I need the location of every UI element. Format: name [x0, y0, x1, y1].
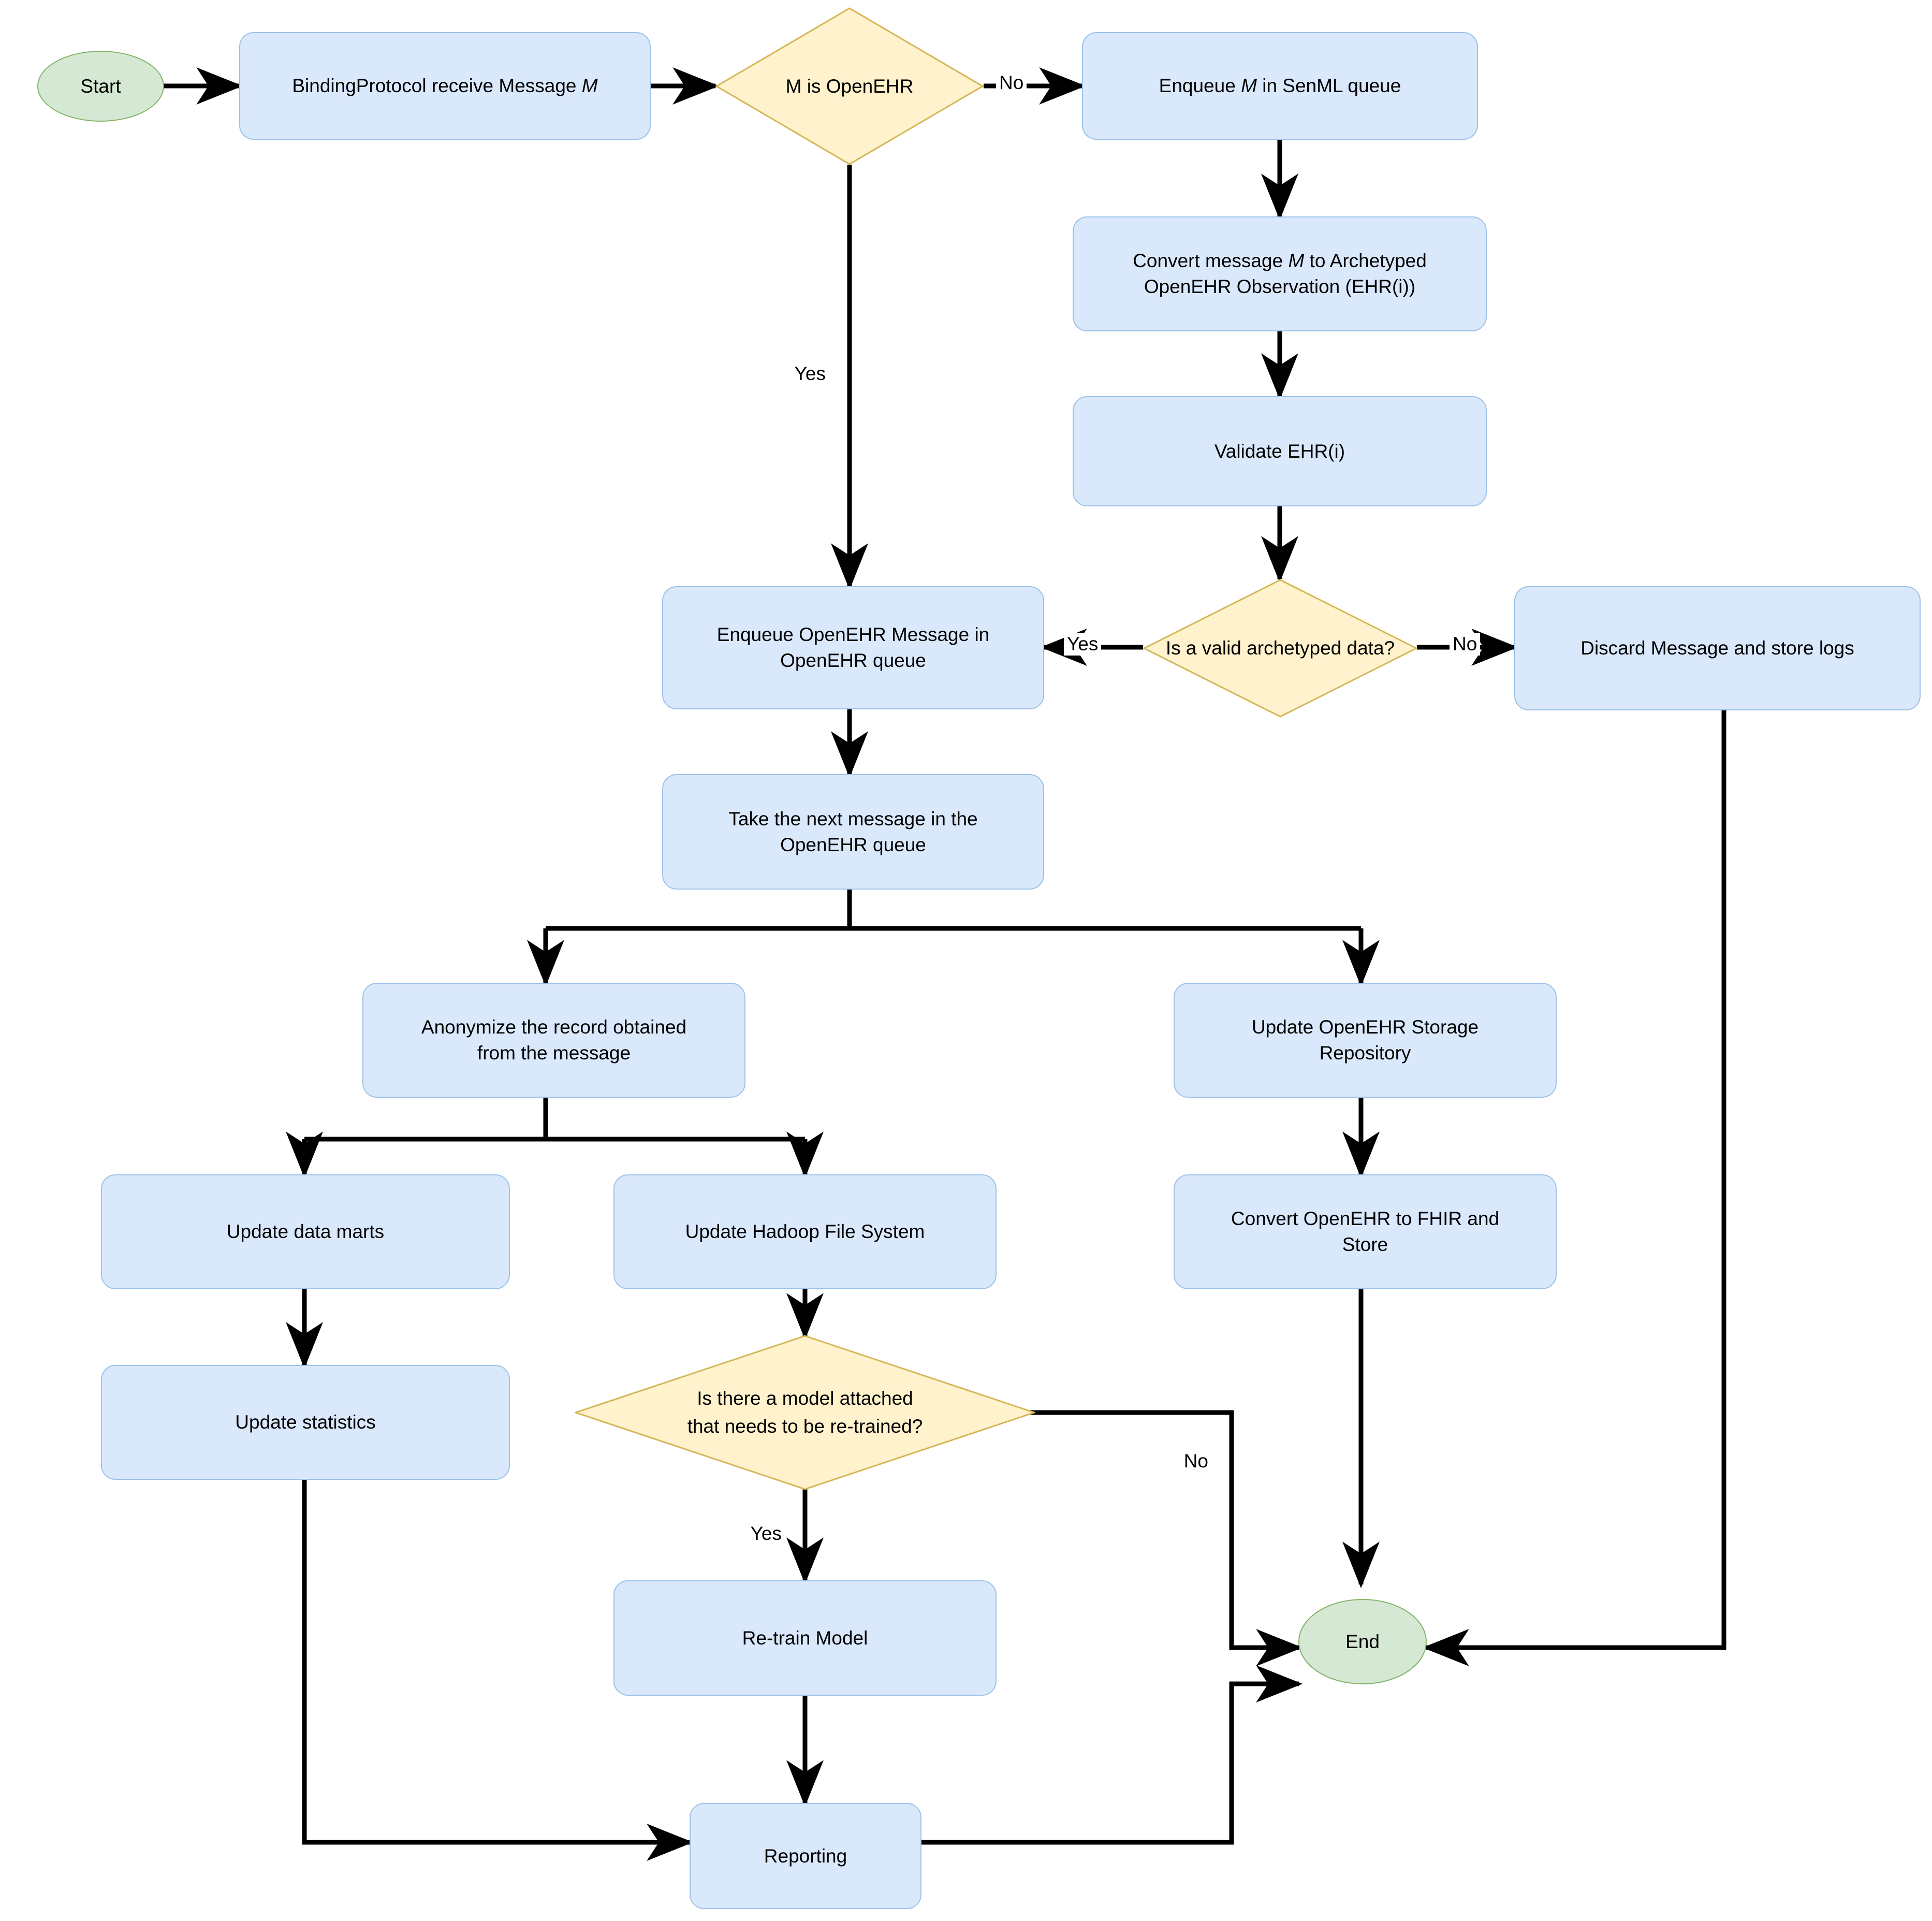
node-is-valid-label: Is a valid archetyped data? [1165, 637, 1395, 659]
node-convert-italic: M [1288, 250, 1305, 272]
node-update-openehr-storage[interactable]: Update OpenEHR Storage Repository [1174, 983, 1557, 1098]
node-update-statistics-label: Update statistics [235, 1411, 376, 1433]
flowchart-canvas: Start End BindingProtocol receive Messag… [0, 0, 1932, 1921]
node-senml-post: in SenML queue [1256, 75, 1401, 97]
node-take-next-line2: OpenEHR queue [780, 834, 926, 855]
node-validate-ehr[interactable]: Validate EHR(i) [1073, 396, 1487, 506]
node-model-retrain-decision[interactable]: Is there a model attached that needs to … [575, 1335, 1035, 1490]
node-retrain-model[interactable]: Re-train Model [613, 1580, 997, 1696]
node-senml-pre: Enqueue [1159, 75, 1241, 97]
edge-modelretrain-end [1017, 1410, 1303, 1666]
node-enqueue-openehr-label: Enqueue OpenEHR Message in OpenEHR queue [717, 622, 990, 674]
edge-label-openehr-no: No [996, 71, 1027, 94]
node-retrain-model-label: Re-train Model [742, 1627, 868, 1649]
node-receive-italic: M [581, 75, 598, 97]
node-update-storage-line2: Repository [1319, 1042, 1411, 1064]
node-update-hadoop-fs[interactable]: Update Hadoop File System [613, 1174, 997, 1289]
node-reporting[interactable]: Reporting [690, 1803, 921, 1909]
edge-label-retrain-yes: Yes [747, 1522, 785, 1545]
node-reporting-label: Reporting [764, 1845, 847, 1867]
edge-label-retrain-no: No [1180, 1450, 1211, 1473]
node-take-next-label: Take the next message in the OpenEHR que… [728, 806, 977, 858]
edge-label-valid-yes: Yes [1064, 633, 1102, 656]
node-enqueue-openehr-line2: OpenEHR queue [780, 650, 926, 671]
edge-reporting-end [921, 1665, 1303, 1845]
node-is-openehr-label: M is OpenEHR [785, 75, 914, 97]
node-is-valid-archetyped[interactable]: Is a valid archetyped data? [1143, 579, 1417, 718]
node-bindingprotocol-receive[interactable]: BindingProtocol receive Message M [239, 32, 651, 140]
node-convert-post: to Archetyped [1304, 250, 1427, 272]
node-update-data-marts[interactable]: Update data marts [101, 1174, 510, 1289]
node-validate-label: Validate EHR(i) [1214, 440, 1345, 462]
node-anonymize-line2: from the message [477, 1042, 631, 1064]
node-convert-fhir-line1: Convert OpenEHR to FHIR and [1231, 1208, 1500, 1230]
node-update-statistics[interactable]: Update statistics [101, 1365, 510, 1480]
node-update-storage-label: Update OpenEHR Storage Repository [1252, 1014, 1479, 1066]
node-update-storage-line1: Update OpenEHR Storage [1251, 1016, 1479, 1038]
node-end[interactable]: End [1298, 1599, 1427, 1684]
node-update-hadoop-label: Update Hadoop File System [685, 1221, 925, 1243]
node-convert-archetyped[interactable]: Convert message M to Archetyped OpenEHR … [1073, 216, 1487, 331]
node-model-retrain-label: Is there a model attached that needs to … [575, 1335, 1035, 1490]
node-convert-fhir-label: Convert OpenEHR to FHIR and Store [1231, 1206, 1499, 1258]
node-model-retrain-text: Is there a model attached that needs to … [687, 1385, 923, 1440]
node-enqueue-senml-label: Enqueue M in SenML queue [1159, 73, 1401, 99]
node-enqueue-senml[interactable]: Enqueue M in SenML queue [1082, 32, 1478, 140]
node-take-next-line1: Take the next message in the [728, 808, 978, 829]
node-convert-archetyped-label: Convert message M to Archetyped OpenEHR … [1133, 248, 1427, 300]
node-update-data-marts-label: Update data marts [226, 1221, 385, 1243]
node-start-label: Start [80, 75, 121, 97]
node-model-retrain-line2: that needs to be re-trained? [687, 1416, 923, 1437]
node-convert-pre: Convert message [1133, 250, 1289, 272]
node-anonymize-label: Anonymize the record obtained from the m… [421, 1014, 686, 1066]
node-discard-label: Discard Message and store logs [1580, 637, 1854, 659]
node-enqueue-openehr[interactable]: Enqueue OpenEHR Message in OpenEHR queue [662, 586, 1044, 709]
node-model-retrain-line1: Is there a model attached [697, 1388, 913, 1409]
node-receive-label: BindingProtocol receive Message M [292, 73, 597, 99]
node-end-label: End [1345, 1631, 1380, 1652]
node-convert-line2: OpenEHR Observation (EHR(i)) [1144, 276, 1416, 297]
node-discard-message[interactable]: Discard Message and store logs [1514, 586, 1921, 710]
node-is-openehr[interactable]: M is OpenEHR [715, 7, 984, 165]
node-enqueue-openehr-line1: Enqueue OpenEHR Message in [716, 624, 990, 646]
node-anonymize-record[interactable]: Anonymize the record obtained from the m… [362, 983, 745, 1098]
node-senml-italic: M [1241, 75, 1257, 97]
node-convert-fhir-line2: Store [1342, 1234, 1388, 1255]
node-start[interactable]: Start [37, 51, 164, 122]
node-convert-openehr-fhir[interactable]: Convert OpenEHR to FHIR and Store [1174, 1174, 1557, 1289]
node-take-next-message[interactable]: Take the next message in the OpenEHR que… [662, 774, 1044, 890]
node-anonymize-line1: Anonymize the record obtained [421, 1016, 687, 1038]
edge-label-openehr-yes: Yes [791, 362, 829, 385]
edge-label-valid-no: No [1450, 633, 1481, 656]
node-receive-text: BindingProtocol receive Message [292, 75, 582, 97]
